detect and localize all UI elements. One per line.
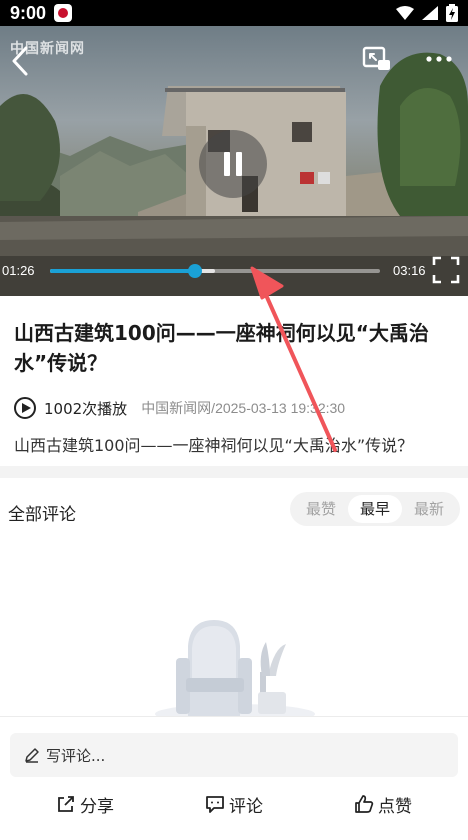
wifi-icon (396, 6, 414, 20)
share-button[interactable]: 分享 (56, 791, 114, 817)
back-icon[interactable] (6, 44, 34, 78)
empty-comments-icon (155, 620, 315, 718)
status-icons (396, 4, 458, 22)
comments-heading: 全部评论 (8, 505, 76, 525)
comment-label: 评论 (229, 796, 263, 817)
more-icon[interactable] (424, 46, 454, 72)
sort-tab-top[interactable]: 最赞 (294, 495, 348, 523)
play-count: 1002次播放 (44, 399, 128, 418)
progress-fill (50, 269, 196, 273)
video-player[interactable]: 中国新闻网 01:26 03:16 (0, 26, 468, 296)
total-time: 03:16 (393, 263, 426, 278)
like-label: 点赞 (378, 796, 412, 817)
app-notification-icon (54, 4, 73, 22)
picture-in-picture-icon[interactable] (362, 46, 392, 72)
sort-tab-earliest[interactable]: 最早 (348, 495, 402, 523)
sort-tab-latest[interactable]: 最新 (402, 495, 456, 523)
pause-icon[interactable] (199, 130, 267, 198)
status-time: 9:00 (10, 2, 47, 23)
comment-input[interactable]: 写评论... (10, 733, 458, 777)
like-button[interactable]: 点赞 (354, 791, 412, 817)
source-date: 中国新闻网/2025-03-13 19:32:30 (141, 400, 346, 416)
pencil-icon (25, 748, 39, 763)
comment-icon (206, 796, 224, 813)
section-divider (0, 466, 468, 478)
play-count-row: 1002次播放 中国新闻网/2025-03-13 19:32:30 (14, 396, 460, 420)
thumbs-up-icon (355, 795, 374, 813)
comment-sort-tabs: 最赞 最早 最新 (290, 492, 460, 526)
share-label: 分享 (80, 796, 114, 817)
fullscreen-icon[interactable] (432, 256, 460, 284)
progress-bar[interactable] (50, 264, 380, 278)
share-icon (58, 796, 74, 812)
signal-icon (422, 6, 438, 20)
article-title: 山西古建筑100问——一座神祠何以见“大禹治水”传说？ (14, 321, 429, 375)
video-detail-screen: 9:00 中国新闻网 01:26 03:16 山西古建筑100问——一座神祠何以… (0, 0, 468, 840)
status-bar: 9:00 (0, 0, 468, 26)
bottom-action-bar: 写评论... 分享 评论 点赞 (0, 716, 468, 840)
battery-charging-icon (446, 4, 458, 22)
current-time: 01:26 (2, 263, 35, 278)
article-summary: 山西古建筑100问——一座神祠何以见“大禹治水”传说？ (14, 436, 414, 455)
comment-placeholder: 写评论... (46, 746, 106, 765)
comment-button[interactable]: 评论 (205, 791, 263, 817)
play-count-icon (14, 397, 36, 419)
